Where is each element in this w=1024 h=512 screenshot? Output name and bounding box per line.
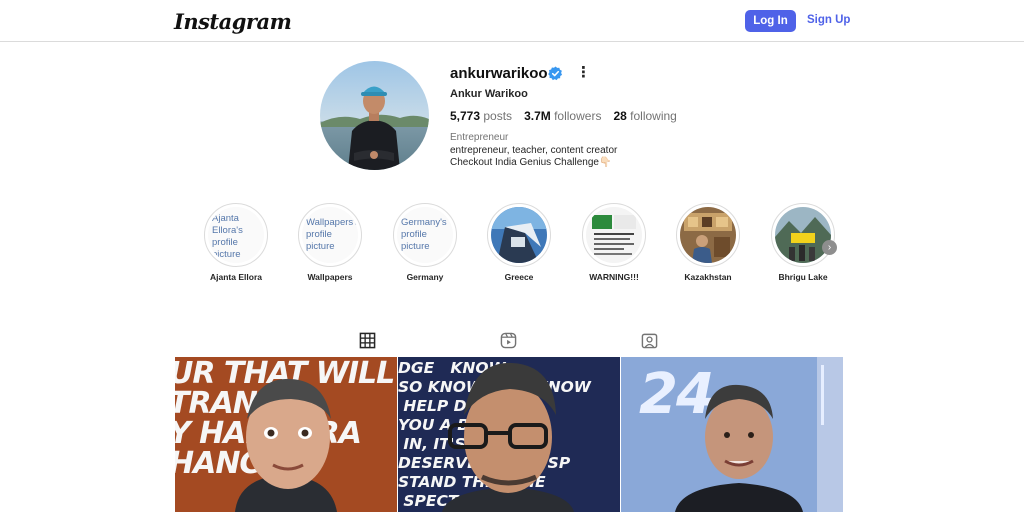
highlight-greece[interactable]: Greece bbox=[479, 203, 559, 282]
highlight-label: WARNING!!! bbox=[589, 272, 639, 282]
profile-stats: 5,773 posts 3.7M followers 28 following bbox=[450, 109, 677, 123]
signup-link[interactable]: Sign Up bbox=[807, 14, 850, 26]
post-thumbnail[interactable]: 24 bbox=[621, 357, 843, 512]
highlight-label: Ajanta Ellora bbox=[210, 272, 262, 282]
profile-full-name: Ankur Warikoo bbox=[450, 88, 528, 100]
followers-label: followers bbox=[554, 109, 602, 123]
highlight-broken-image-alt: Ajanta Ellora's profile picture bbox=[212, 213, 243, 260]
verified-badge-icon bbox=[548, 66, 563, 81]
instagram-logo[interactable]: Instagram bbox=[174, 9, 292, 34]
post-person-image bbox=[675, 357, 843, 512]
following-stat[interactable]: 28 following bbox=[613, 109, 676, 123]
highlight-kazakhstan[interactable]: Kazakhstan bbox=[668, 203, 748, 282]
highlight-germany[interactable]: Germany's profile picture Germany bbox=[385, 203, 465, 282]
highlight-image bbox=[491, 207, 547, 263]
posts-label: posts bbox=[483, 109, 513, 123]
highlight-ajanta-ellora[interactable]: Ajanta Ellora's profile picture Ajanta E… bbox=[196, 203, 276, 282]
highlight-broken-image-alt: Germany's profile picture bbox=[401, 217, 447, 252]
post-person-image bbox=[442, 362, 574, 512]
highlight-cover bbox=[676, 203, 740, 267]
profile-bio-line: entrepreneur, teacher, content creator bbox=[450, 145, 618, 156]
highlight-cover bbox=[582, 203, 646, 267]
highlight-cover: Germany's profile picture bbox=[393, 203, 457, 267]
highlight-cover: Ajanta Ellora's profile picture bbox=[204, 203, 268, 267]
highlight-cover bbox=[771, 203, 835, 267]
highlight-cover bbox=[487, 203, 551, 267]
chevron-right-icon[interactable]: › bbox=[822, 240, 837, 255]
highlight-label: Kazakhstan bbox=[684, 272, 732, 282]
profile-bio-line: Checkout India Genius Challenge👇🏻 bbox=[450, 157, 612, 168]
login-button[interactable]: Log In bbox=[745, 10, 796, 32]
highlight-image bbox=[680, 207, 736, 263]
tagged-icon[interactable] bbox=[641, 332, 658, 349]
following-count: 28 bbox=[613, 109, 627, 123]
profile-username: ankurwarikoo bbox=[450, 65, 548, 82]
followers-count: 3.7M bbox=[524, 109, 551, 123]
top-navigation-bar: Instagram Log In Sign Up bbox=[0, 0, 1024, 42]
profile-category: Entrepreneur bbox=[450, 132, 509, 143]
highlight-image bbox=[775, 207, 831, 263]
highlight-wallpapers[interactable]: Wallpapers's profile picture Wallpapers bbox=[290, 203, 370, 282]
highlight-label: Germany bbox=[406, 272, 444, 282]
profile-avatar[interactable] bbox=[320, 61, 429, 170]
posts-count: 5,773 bbox=[450, 109, 481, 123]
followers-stat[interactable]: 3.7M followers bbox=[524, 109, 601, 123]
post-thumbnail[interactable]: UR THAT WILL TRAN IS Y HAD RA HANCE bbox=[175, 357, 397, 512]
more-options-icon[interactable]: ⋮ bbox=[576, 63, 591, 81]
highlight-label: Greece bbox=[504, 272, 534, 282]
grid-icon[interactable] bbox=[359, 332, 376, 349]
reels-icon[interactable] bbox=[500, 332, 517, 349]
highlight-label: Wallpapers bbox=[307, 272, 353, 282]
highlight-broken-image-alt: Wallpapers's profile picture bbox=[306, 217, 358, 252]
highlight-image bbox=[586, 207, 642, 263]
post-thumbnail[interactable]: DGE KNOW SO KNOW YOU KNOW HELP D YOU AS … bbox=[398, 357, 620, 512]
highlight-cover: Wallpapers's profile picture bbox=[298, 203, 362, 267]
posts-stat: 5,773 posts bbox=[450, 109, 512, 123]
post-person-image bbox=[235, 378, 337, 512]
highlight-label: Bhrigu Lake bbox=[778, 272, 828, 282]
following-label: following bbox=[630, 109, 677, 123]
highlight-warning[interactable]: WARNING!!! bbox=[574, 203, 654, 282]
